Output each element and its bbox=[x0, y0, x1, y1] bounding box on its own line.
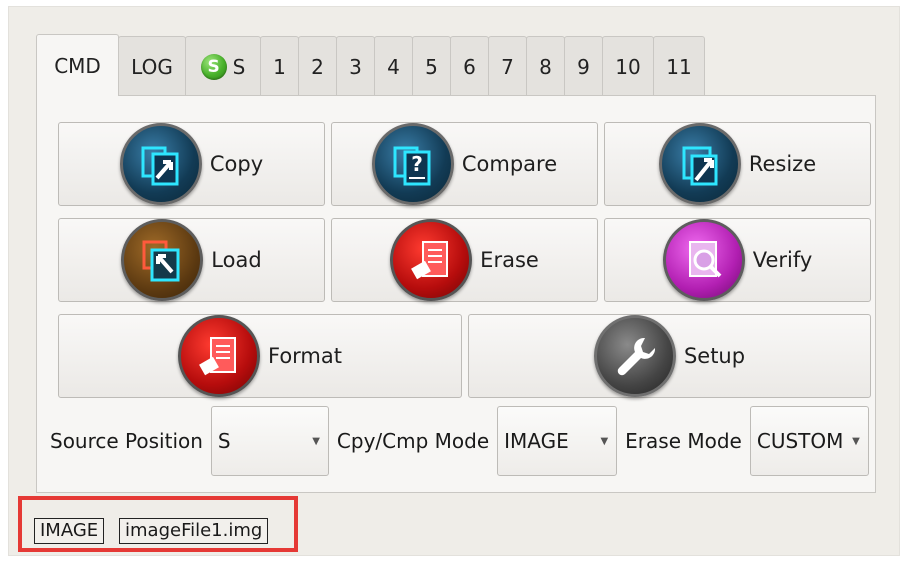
format-button[interactable]: Format bbox=[58, 314, 462, 398]
tab-label: S bbox=[232, 54, 246, 79]
tab-8[interactable]: 8 bbox=[526, 36, 565, 96]
tab-11[interactable]: 11 bbox=[653, 36, 705, 96]
erase-label: Erase bbox=[480, 248, 539, 272]
tab-label: 11 bbox=[666, 54, 692, 79]
compare-label: Compare bbox=[461, 152, 558, 176]
copy-label: Copy bbox=[209, 152, 264, 176]
tab-7[interactable]: 7 bbox=[488, 36, 527, 96]
tab-10[interactable]: 10 bbox=[602, 36, 654, 96]
svg-text:?: ? bbox=[411, 152, 423, 176]
erase-mode-combo[interactable]: CUSTOM ▼ bbox=[749, 406, 869, 476]
cpy-cmp-mode-value: IMAGE bbox=[504, 429, 569, 453]
chevron-down-icon: ▼ bbox=[600, 435, 609, 447]
tab-label: 6 bbox=[463, 54, 476, 79]
format-icon bbox=[177, 315, 260, 397]
tab-1[interactable]: 1 bbox=[260, 36, 299, 96]
source-position-label: Source Position bbox=[50, 429, 203, 453]
copy-button[interactable]: Copy bbox=[58, 122, 325, 206]
chevron-down-icon: ▼ bbox=[312, 435, 320, 447]
source-position-value: S bbox=[217, 429, 231, 453]
verify-label: Verify bbox=[752, 248, 813, 272]
setup-button[interactable]: Setup bbox=[468, 314, 871, 398]
load-label: Load bbox=[211, 248, 262, 272]
tab-label: LOG bbox=[131, 54, 173, 79]
compare-icon: ? bbox=[371, 123, 454, 205]
tab-6[interactable]: 6 bbox=[450, 36, 489, 96]
erase-mode-label: Erase Mode bbox=[625, 429, 742, 453]
tab-cmd[interactable]: CMD bbox=[36, 34, 119, 96]
options-row: Source Position S ▼ Cpy/Cmp Mode IMAGE ▼… bbox=[50, 404, 869, 478]
tab-label: CMD bbox=[54, 53, 101, 78]
chevron-down-icon: ▼ bbox=[852, 435, 860, 447]
format-label: Format bbox=[267, 344, 342, 368]
erase-button[interactable]: Erase bbox=[331, 218, 598, 302]
tab-label: 9 bbox=[577, 54, 590, 79]
verify-icon bbox=[662, 219, 745, 301]
tab-log[interactable]: LOG bbox=[118, 36, 186, 96]
load-button[interactable]: Load bbox=[58, 218, 325, 302]
tab-label: 7 bbox=[501, 54, 514, 79]
status-mode: IMAGE bbox=[34, 518, 105, 544]
verify-button[interactable]: Verify bbox=[604, 218, 871, 302]
tab-bar: CMD LOG SS 1 2 3 4 5 6 7 8 9 10 11 bbox=[36, 34, 705, 96]
tab-label: 3 bbox=[349, 54, 362, 79]
tab-label: 1 bbox=[273, 54, 286, 79]
tab-9[interactable]: 9 bbox=[564, 36, 603, 96]
erase-icon bbox=[390, 219, 473, 301]
tab-label: 4 bbox=[387, 54, 400, 79]
tab-label: 2 bbox=[311, 54, 324, 79]
resize-button[interactable]: Resize bbox=[604, 122, 871, 206]
green-s-icon: S bbox=[200, 53, 227, 80]
copy-icon bbox=[119, 123, 202, 205]
wrench-icon bbox=[593, 315, 676, 397]
resize-label: Resize bbox=[748, 152, 817, 176]
tab-s[interactable]: SS bbox=[185, 36, 261, 96]
tab-label: 5 bbox=[425, 54, 438, 79]
source-position-combo[interactable]: S ▼ bbox=[210, 406, 329, 476]
tab-2[interactable]: 2 bbox=[298, 36, 337, 96]
compare-button[interactable]: ? Compare bbox=[331, 122, 598, 206]
setup-label: Setup bbox=[683, 344, 746, 368]
tab-5[interactable]: 5 bbox=[412, 36, 451, 96]
tab-label: 10 bbox=[615, 54, 641, 79]
tab-3[interactable]: 3 bbox=[336, 36, 375, 96]
tab-label: 8 bbox=[539, 54, 552, 79]
erase-mode-value: CUSTOM bbox=[756, 429, 844, 453]
cpy-cmp-mode-combo[interactable]: IMAGE ▼ bbox=[497, 406, 618, 476]
tab-4[interactable]: 4 bbox=[374, 36, 413, 96]
load-icon bbox=[121, 219, 204, 301]
status-file: imageFile1.img bbox=[119, 518, 269, 544]
cpy-cmp-mode-label: Cpy/Cmp Mode bbox=[336, 429, 490, 453]
resize-icon bbox=[658, 123, 741, 205]
